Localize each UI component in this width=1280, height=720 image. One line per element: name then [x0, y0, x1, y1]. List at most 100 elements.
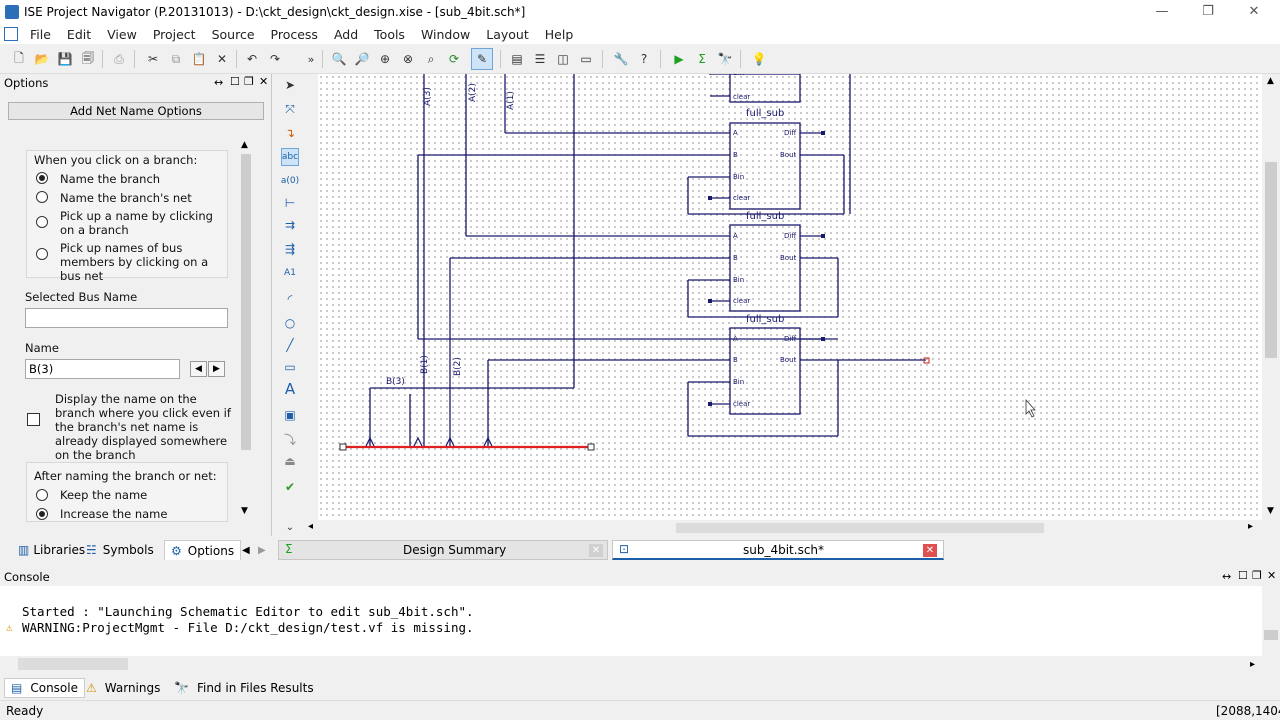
- add-attribute-icon[interactable]: A1: [281, 264, 299, 282]
- cut-icon[interactable]: ✂: [144, 50, 162, 68]
- tile-horizontal-icon[interactable]: ☰: [531, 50, 549, 68]
- toolbar-overflow-icon[interactable]: »: [302, 50, 320, 68]
- menu-window[interactable]: Window: [413, 27, 478, 42]
- menu-source[interactable]: Source: [204, 27, 263, 42]
- open-folder-icon[interactable]: 📂: [33, 50, 51, 68]
- console-close-icon[interactable]: ✕: [1267, 569, 1276, 582]
- canvas-vertical-scrollbar[interactable]: ▲ ▼: [1262, 74, 1280, 520]
- canvas-horizontal-scrollbar[interactable]: ◂ ▸: [308, 520, 1262, 536]
- close-design-summary-icon[interactable]: ✕: [589, 544, 603, 557]
- add-wire-icon[interactable]: ⤧: [281, 100, 299, 118]
- tab-console[interactable]: ▤ Console: [4, 678, 85, 698]
- pop-out-icon[interactable]: ⏏: [281, 452, 299, 470]
- tab-warnings[interactable]: ⚠ Warnings: [86, 678, 160, 698]
- canvas-scroll-up-icon[interactable]: ▲: [1267, 76, 1274, 86]
- menu-add[interactable]: Add: [326, 27, 366, 42]
- check-schematic-icon[interactable]: ✔: [281, 478, 299, 496]
- radio-name-branch[interactable]: [36, 172, 48, 184]
- close-button[interactable]: ✕: [1244, 2, 1264, 20]
- tab-symbols[interactable]: ☵ Symbols: [86, 540, 154, 560]
- panel-close-icon[interactable]: ✕: [259, 75, 268, 88]
- add-arc-icon[interactable]: ◜: [281, 290, 299, 308]
- tile-vertical-icon[interactable]: ◫: [554, 50, 572, 68]
- panel-tab-next-icon[interactable]: ▶: [258, 540, 266, 560]
- canvas-scroll-down-icon[interactable]: ▼: [1267, 506, 1274, 516]
- radio-increase-name[interactable]: [36, 508, 48, 520]
- scroll-up-icon[interactable]: ▲: [241, 140, 248, 150]
- selected-bus-name-field[interactable]: [25, 308, 228, 328]
- zoom-selection-icon[interactable]: ⌕: [422, 50, 440, 68]
- add-bus-tap-icon[interactable]: ⊢: [281, 194, 299, 212]
- run-icon[interactable]: ▶: [670, 50, 688, 68]
- options-scrollbar[interactable]: ▲ ▼: [238, 138, 254, 518]
- panel-maximize-icon[interactable]: ☐: [230, 75, 240, 88]
- add-rectangle-icon[interactable]: ▭: [281, 358, 299, 376]
- select-mode-icon[interactable]: ✎: [471, 48, 493, 70]
- delete-icon[interactable]: ✕: [213, 50, 231, 68]
- console-scroll-right-icon[interactable]: ▸: [1250, 659, 1255, 670]
- panel-tab-prev-icon[interactable]: ◀: [242, 540, 250, 560]
- print-icon[interactable]: ⎙: [110, 50, 128, 68]
- radio-pick-up-name[interactable]: [36, 216, 48, 228]
- add-text-icon[interactable]: A: [281, 380, 299, 398]
- menu-view[interactable]: View: [99, 27, 145, 42]
- canvas-vscroll-thumb[interactable]: [1265, 162, 1277, 358]
- menu-tools[interactable]: Tools: [366, 27, 413, 42]
- select-arrow-icon[interactable]: ➤: [281, 76, 299, 94]
- add-io-marker-icon[interactable]: ⇉: [281, 216, 299, 234]
- console-float-icon[interactable]: ↔: [1222, 570, 1231, 583]
- add-net-name-icon[interactable]: abc: [281, 148, 299, 166]
- console-hscroll-thumb[interactable]: [18, 658, 128, 670]
- console-maximize-icon[interactable]: ☐: [1238, 569, 1248, 582]
- zoom-out-icon[interactable]: 🔎: [353, 50, 371, 68]
- console-vertical-scrollbar[interactable]: [1262, 586, 1280, 656]
- console-restore-icon[interactable]: ❐: [1252, 569, 1262, 582]
- add-image-icon[interactable]: ▣: [281, 406, 299, 424]
- radio-name-branch-net[interactable]: [36, 191, 48, 203]
- telescope-icon[interactable]: 🔭: [716, 50, 734, 68]
- tab-libraries[interactable]: ▥ Libraries: [18, 540, 85, 560]
- paste-icon[interactable]: 📋: [190, 50, 208, 68]
- menu-file[interactable]: File: [22, 27, 59, 42]
- display-name-checkbox[interactable]: [27, 413, 40, 426]
- bus-endpoint-left[interactable]: [339, 443, 347, 451]
- minimize-button[interactable]: —: [1152, 2, 1172, 20]
- canvas-scroll-right-icon[interactable]: ▸: [1248, 521, 1253, 532]
- new-file-icon[interactable]: 🗋: [10, 50, 28, 68]
- name-increment-icon[interactable]: ▶: [208, 361, 225, 377]
- push-into-icon[interactable]: ⤵: [281, 430, 299, 448]
- panel-float-icon[interactable]: ↔: [214, 76, 223, 89]
- tools-overflow-icon[interactable]: ⌄: [281, 518, 299, 536]
- redo-icon[interactable]: ↷: [266, 50, 284, 68]
- doc-tab-sub-4bit[interactable]: ⊡ sub_4bit.sch* ✕: [612, 540, 944, 560]
- menu-process[interactable]: Process: [263, 27, 326, 42]
- zoom-in-icon[interactable]: 🔍: [330, 50, 348, 68]
- close-sub-4bit-icon[interactable]: ✕: [923, 544, 937, 557]
- save-all-icon[interactable]: 🗐: [79, 50, 97, 68]
- bus-endpoint-right[interactable]: [587, 443, 595, 451]
- lightbulb-icon[interactable]: 💡: [750, 50, 768, 68]
- help-query-icon[interactable]: ?: [635, 50, 653, 68]
- refresh-icon[interactable]: ⟳: [445, 50, 463, 68]
- rename-bus-icon[interactable]: a(0): [281, 172, 299, 190]
- tab-options[interactable]: ⚙ Options: [164, 540, 242, 560]
- scroll-down-icon[interactable]: ▼: [241, 506, 248, 516]
- zoom-area-icon[interactable]: ⊗: [399, 50, 417, 68]
- add-circle-icon[interactable]: ○: [281, 314, 299, 332]
- radio-keep-name[interactable]: [36, 489, 48, 501]
- canvas-scroll-left-icon[interactable]: ◂: [308, 521, 313, 532]
- add-net-icon[interactable]: ↴: [281, 124, 299, 142]
- tab-find-in-files[interactable]: 🔭 Find in Files Results: [174, 678, 314, 698]
- restore-button[interactable]: ❐: [1198, 2, 1218, 20]
- menu-project[interactable]: Project: [145, 27, 204, 42]
- sigma-icon[interactable]: Σ: [693, 50, 711, 68]
- console-output[interactable]: Started : "Launching Schematic Editor to…: [0, 586, 1262, 670]
- schematic-canvas[interactable]: A(3) A(2) A(1) B(3) B(1) B(2) Bin clear …: [318, 74, 1262, 520]
- menu-help[interactable]: Help: [537, 27, 582, 42]
- window-icon[interactable]: ▭: [577, 50, 595, 68]
- cascade-icon[interactable]: ▤: [508, 50, 526, 68]
- settings-wrench-icon[interactable]: 🔧: [612, 50, 630, 68]
- options-scroll-thumb[interactable]: [241, 154, 251, 450]
- radio-pick-up-bus-members[interactable]: [36, 248, 48, 260]
- canvas-hscroll-thumb[interactable]: [676, 523, 1044, 533]
